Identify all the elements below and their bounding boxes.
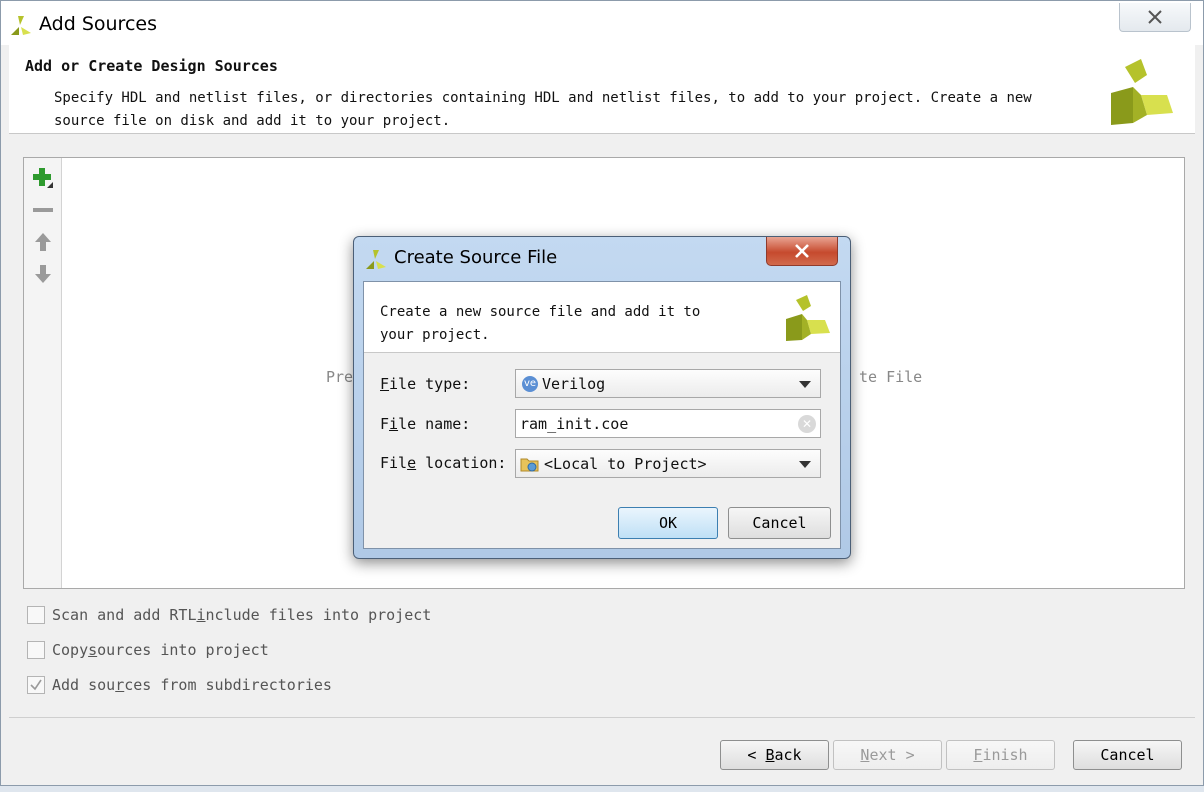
add-subdirectories-checkbox[interactable] [27, 676, 45, 694]
xilinx-logo-icon [786, 295, 830, 341]
label-text: Fil [380, 454, 408, 472]
back-mnemonic: B [765, 746, 775, 764]
page-title: Add or Create Design Sources [25, 57, 278, 75]
close-icon [795, 244, 809, 258]
file-location-select[interactable]: <Local to Project> [515, 449, 821, 478]
label-mnemonic: e [407, 454, 417, 472]
file-name-label: File name: [380, 415, 470, 433]
remove-source-button[interactable] [31, 198, 55, 222]
next-label: ext [869, 746, 897, 764]
move-up-button[interactable] [31, 230, 55, 254]
arrow-up-icon [35, 233, 51, 251]
file-type-label: File type: [380, 375, 470, 393]
close-icon [1148, 10, 1162, 24]
option-label-mnemonic: s [88, 641, 98, 659]
dialog-close-button[interactable] [766, 237, 838, 266]
copy-sources-option[interactable]: Copy s ources into project [27, 639, 269, 661]
label-text: ile type: [389, 375, 471, 393]
dialog-header: Create a new source file and add it to y… [364, 282, 840, 353]
finish-label: inish [982, 746, 1028, 764]
label-text: F [380, 415, 390, 433]
file-type-select[interactable]: ve Verilog [515, 369, 821, 398]
option-label-part: nclude files into project [205, 606, 432, 624]
cancel-button[interactable]: Cancel [1073, 740, 1182, 770]
plus-icon [33, 168, 53, 188]
page-description: Specify HDL and netlist files, or direct… [54, 90, 1032, 129]
option-label-mnemonic: r [115, 676, 125, 694]
xilinx-logo-icon [366, 250, 386, 269]
create-source-file-dialog: Create Source File Create a new source f… [353, 236, 851, 559]
add-subdirectories-option[interactable]: Add sou r ces from subdirectories [27, 674, 332, 696]
dialog-message: Create a new source file and add it to y… [380, 304, 701, 343]
scan-rtl-include-checkbox[interactable] [27, 606, 45, 624]
verilog-icon: ve [522, 375, 538, 392]
wizard-header: Add or Create Design Sources Specify HDL… [9, 45, 1195, 134]
label-text: le name: [398, 415, 471, 433]
chevron-down-icon [799, 461, 811, 468]
option-label-part: Add sou [52, 676, 116, 694]
empty-hint-left: Pre [326, 368, 354, 386]
chevron-down-icon [799, 381, 811, 388]
file-location-value: <Local to Project> [544, 454, 707, 473]
copy-sources-checkbox[interactable] [27, 641, 45, 659]
file-name-input[interactable]: ram_init.coe ✕ [515, 409, 821, 438]
option-label-part: Scan and add RTL [52, 606, 197, 624]
next-mnemonic: N [860, 746, 870, 764]
clear-icon[interactable]: ✕ [798, 415, 816, 433]
arrow-down-icon [35, 265, 51, 283]
label-text: location: [416, 454, 507, 472]
window-title: Add Sources [39, 13, 157, 35]
title-bar: Add Sources [1, 1, 1203, 45]
finish-button[interactable]: Finish [946, 740, 1055, 770]
option-label-part: ources into project [97, 641, 269, 659]
file-type-value: Verilog [542, 374, 606, 393]
next-arrow: > [905, 746, 915, 764]
label-mnemonic: F [380, 375, 390, 393]
dialog-cancel-button[interactable]: Cancel [728, 507, 831, 539]
add-source-button[interactable] [31, 166, 55, 190]
list-toolbar [24, 158, 62, 588]
folder-icon [520, 458, 539, 471]
xilinx-logo-icon [1111, 59, 1173, 125]
back-button[interactable]: < Back [720, 740, 829, 770]
dialog-title: Create Source File [394, 247, 558, 268]
finish-mnemonic: F [973, 746, 983, 764]
scan-rtl-include-option[interactable]: Scan and add RTL i nclude files into proj… [27, 604, 431, 626]
file-name-value: ram_init.coe [520, 414, 629, 433]
next-button[interactable]: Next > [833, 740, 942, 770]
xilinx-logo-icon [11, 16, 31, 35]
back-label: ack [774, 746, 802, 764]
file-location-label: File location: [380, 454, 506, 472]
option-label-mnemonic: i [196, 606, 206, 624]
minus-icon [33, 208, 53, 212]
option-label-part: Copy [52, 641, 89, 659]
ok-button[interactable]: OK [618, 507, 718, 539]
label-mnemonic: i [389, 415, 399, 433]
back-arrow: < [747, 746, 757, 764]
checkmark-icon [30, 679, 42, 691]
dialog-body: Create a new source file and add it to y… [363, 281, 841, 549]
footer-divider [9, 717, 1195, 718]
option-label-part: ces from subdirectories [124, 676, 332, 694]
move-down-button[interactable] [31, 262, 55, 286]
empty-hint-right: te File [859, 368, 923, 386]
window-close-button[interactable] [1119, 3, 1191, 32]
